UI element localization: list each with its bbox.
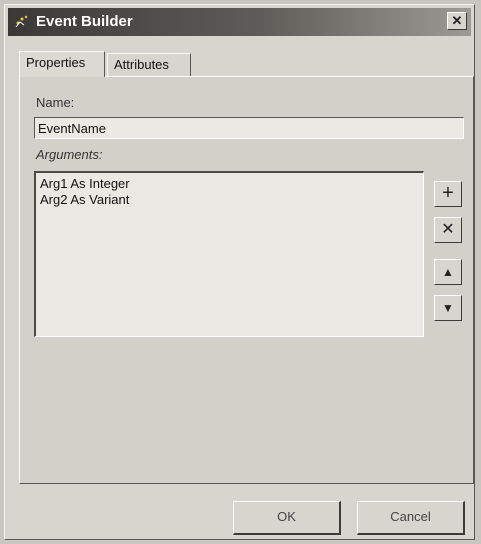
delete-argument-button[interactable]: ✕ [434,217,462,243]
close-button[interactable]: ✕ [447,12,467,30]
tab-attributes-label: Attributes [114,57,169,72]
cancel-button-label: Cancel [390,509,431,524]
ok-button-label: OK [277,509,296,524]
arrow-down-icon: ▼ [442,301,454,315]
move-up-button[interactable]: ▲ [434,259,462,285]
name-label: Name: [36,95,75,110]
list-item[interactable]: Arg2 As Variant [40,192,419,208]
title-bar[interactable]: Event Builder ✕ [8,8,471,36]
tab-properties[interactable]: Properties [19,51,105,77]
properties-panel: Name: Arguments: Arg1 As Integer Arg2 As… [19,76,474,484]
arguments-list[interactable]: Arg1 As Integer Arg2 As Variant [34,171,424,337]
add-argument-button[interactable]: + [434,181,462,207]
name-input[interactable] [34,117,464,139]
tab-attributes[interactable]: Attributes [107,53,191,77]
delete-icon: ✕ [441,221,455,238]
arguments-label: Arguments: [36,147,103,162]
arrow-up-icon: ▲ [442,265,454,279]
tab-properties-label: Properties [26,55,86,70]
ok-button[interactable]: OK [233,501,341,535]
move-down-button[interactable]: ▼ [434,295,462,321]
list-item[interactable]: Arg1 As Integer [40,176,419,192]
window-title: Event Builder [36,13,133,30]
event-builder-dialog: Event Builder ✕ Properties Attributes Na… [4,4,475,540]
cancel-button[interactable]: Cancel [357,501,465,535]
close-icon: ✕ [451,13,463,28]
event-builder-icon [15,15,28,28]
plus-icon: + [442,182,454,204]
